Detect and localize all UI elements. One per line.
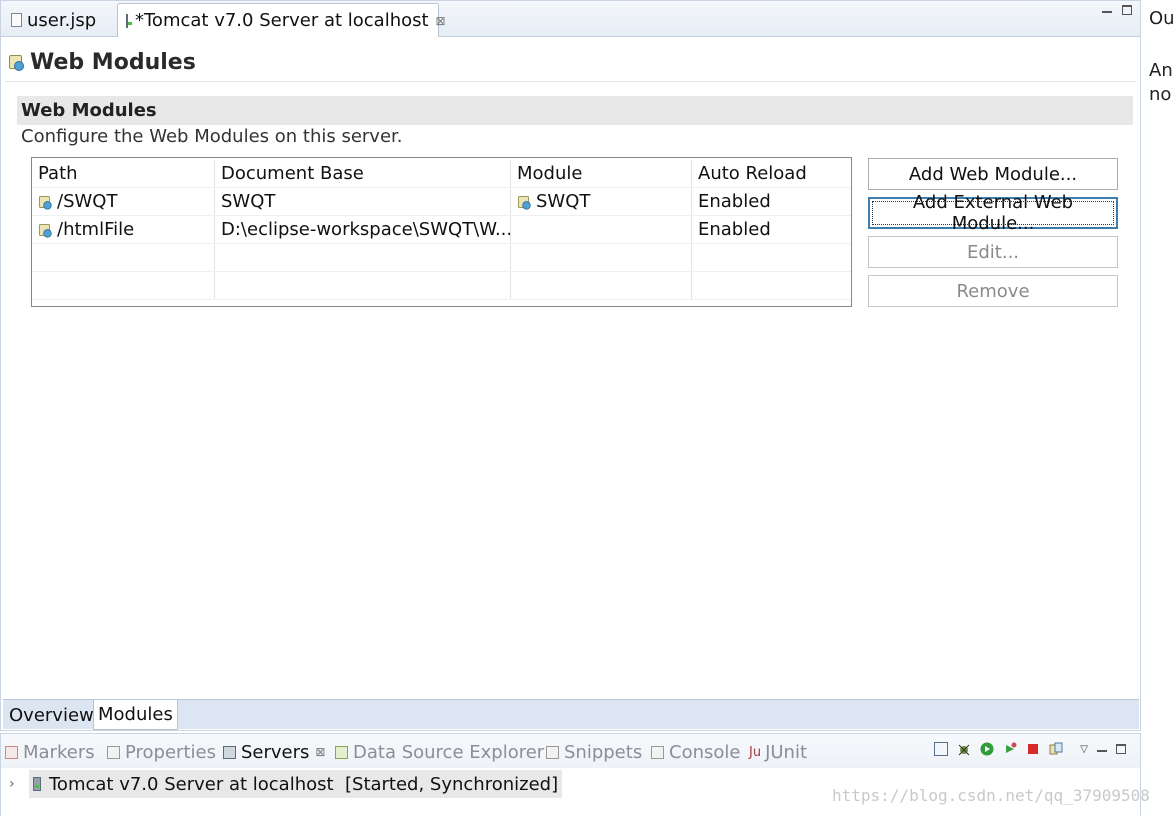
tab-label: Properties [125, 741, 216, 763]
empty-cell [215, 272, 511, 299]
tab-label: JUnit [765, 741, 808, 763]
properties-icon [107, 745, 120, 759]
collapse-all-icon[interactable] [934, 742, 949, 756]
publish-icon[interactable] [1049, 742, 1063, 756]
tab-user-jsp[interactable]: user.jsp [3, 3, 113, 37]
tab-modules[interactable]: Modules [93, 700, 178, 730]
column-header-path[interactable]: Path [32, 160, 215, 187]
table-row[interactable]: /htmlFile D:\eclipse-workspace\SWQT\W...… [32, 216, 851, 244]
window-controls [1102, 5, 1132, 15]
cell-auto-reload: Enabled [698, 219, 771, 240]
cell-path-text: /SWQT [57, 191, 118, 212]
tab-label: *Tomcat v7.0 Server at localhost [135, 10, 429, 31]
servers-icon [223, 745, 236, 759]
cell-path: /htmlFile [32, 216, 215, 243]
table-row-empty [32, 272, 851, 300]
tab-snippets[interactable]: Snippets [546, 737, 642, 767]
column-header-module[interactable]: Module [511, 160, 692, 187]
cell-module: SWQT [511, 188, 692, 215]
empty-cell [32, 244, 215, 271]
web-module-icon [38, 223, 52, 238]
outline-tab-fragment[interactable]: Ou [1149, 8, 1173, 29]
cell-document-base: SWQT [215, 188, 511, 215]
column-header-document-base[interactable]: Document Base [215, 160, 511, 187]
empty-cell [511, 272, 692, 299]
server-icon [33, 777, 41, 791]
server-entry-text: Tomcat v7.0 Server at localhost [Started… [49, 773, 559, 795]
tab-label: Snippets [564, 741, 643, 763]
minimize-icon[interactable] [1102, 3, 1112, 13]
servers-toolbar: ▽ [934, 742, 1126, 756]
outline-text-fragment: no [1149, 84, 1172, 105]
maximize-icon[interactable] [1122, 5, 1132, 15]
tab-label: user.jsp [27, 9, 97, 31]
tab-markers[interactable]: Markers [5, 737, 95, 767]
close-icon[interactable]: ⊠ [315, 745, 325, 759]
editor-tab-strip: user.jsp *Tomcat v7.0 Server at localhos… [1, 1, 1140, 37]
profile-icon[interactable] [1003, 742, 1017, 756]
add-external-web-module-button[interactable]: Add External Web Module... [868, 192, 1118, 234]
empty-cell [511, 244, 692, 271]
snippets-icon [546, 745, 559, 759]
page-title-text: Web Modules [30, 49, 196, 75]
cell-document-base: D:\eclipse-workspace\SWQT\W... [215, 216, 511, 243]
web-module-icon [9, 55, 24, 71]
section-header[interactable]: Web Modules [17, 96, 1133, 125]
divider [5, 81, 1136, 82]
file-icon [11, 13, 22, 27]
outline-view-fragment: Ou An no [1143, 0, 1173, 816]
cell-module-text: SWQT [536, 191, 591, 212]
tab-servers[interactable]: Servers ⊠ [223, 737, 325, 767]
table-row[interactable]: /SWQT SWQT SWQT Enabled [32, 188, 851, 216]
tab-label: Servers [241, 741, 310, 763]
column-header-auto-reload[interactable]: Auto Reload [692, 160, 851, 187]
section-description: Configure the Web Modules on this server… [21, 126, 403, 147]
tab-label: Markers [23, 741, 95, 763]
add-web-module-button[interactable]: Add Web Module... [868, 158, 1118, 190]
page-title: Web Modules [9, 46, 196, 78]
web-modules-table[interactable]: Path Document Base Module Auto Reload /S… [31, 157, 852, 307]
tab-label: Console [669, 741, 741, 763]
server-list-item[interactable]: Tomcat v7.0 Server at localhost [Started… [29, 770, 563, 798]
edit-button[interactable]: Edit... [868, 236, 1118, 268]
console-icon [651, 745, 664, 759]
minimize-icon[interactable] [1097, 742, 1107, 752]
watermark: https://blog.csdn.net/qq_37909508 [832, 786, 1150, 805]
views-tab-bar: Markers Properties Servers ⊠ Data Source… [1, 734, 1140, 768]
tab-properties[interactable]: Properties [107, 737, 216, 767]
debug-icon[interactable] [957, 742, 971, 756]
tab-console[interactable]: Console [651, 737, 740, 767]
cell-path-text: /htmlFile [57, 219, 135, 240]
tab-label: Data Source Explorer [353, 741, 545, 763]
empty-cell [692, 244, 851, 271]
empty-cell [215, 244, 511, 271]
markers-icon [5, 745, 18, 759]
cell-auto-reload: Enabled [698, 191, 771, 212]
stop-server-icon[interactable] [1026, 742, 1040, 756]
empty-cell [692, 272, 851, 299]
tab-junit[interactable]: Ju JUnit [749, 737, 807, 767]
maximize-icon[interactable] [1116, 744, 1126, 754]
start-server-icon[interactable] [980, 742, 994, 756]
data-source-icon [335, 745, 348, 759]
close-icon[interactable]: ⊠ [436, 14, 446, 28]
remove-button[interactable]: Remove [868, 275, 1118, 307]
cell-path: /SWQT [32, 188, 215, 215]
chevron-right-icon[interactable]: › [9, 776, 15, 792]
cell-module [511, 216, 692, 243]
tab-tomcat-server[interactable]: *Tomcat v7.0 Server at localhost ⊠ [117, 3, 446, 37]
table-row-empty [32, 244, 851, 272]
view-menu-icon[interactable]: ▽ [1080, 744, 1088, 755]
server-editor: user.jsp *Tomcat v7.0 Server at localhos… [0, 0, 1141, 731]
table-header-row: Path Document Base Module Auto Reload [32, 160, 851, 188]
junit-icon: Ju [749, 744, 762, 760]
tab-data-source-explorer[interactable]: Data Source Explorer [335, 737, 544, 767]
editor-page-tabs: Overview Modules [3, 699, 1139, 730]
tab-overview[interactable]: Overview [5, 700, 98, 730]
empty-cell [32, 272, 215, 299]
outline-text-fragment: An [1149, 60, 1173, 81]
web-module-icon [38, 195, 52, 210]
server-icon [126, 13, 132, 28]
web-module-icon [517, 195, 531, 210]
